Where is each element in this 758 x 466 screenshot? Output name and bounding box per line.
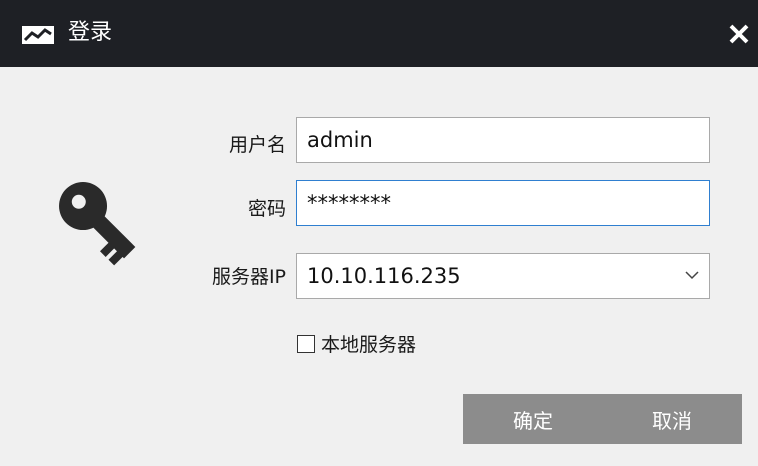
confirm-button[interactable]: 确定 — [463, 394, 603, 444]
window-title: 登录 — [68, 20, 113, 45]
chevron-down-icon[interactable] — [685, 270, 699, 280]
local-server-checkbox[interactable] — [297, 334, 315, 353]
cancel-button[interactable]: 取消 — [602, 394, 742, 444]
title-bar: 登录 — [0, 0, 758, 67]
key-icon — [59, 182, 136, 266]
password-input[interactable] — [296, 180, 710, 226]
username-input[interactable] — [296, 117, 710, 163]
username-label: 用户名 — [228, 134, 286, 156]
close-icon[interactable] — [728, 23, 750, 45]
close-button[interactable] — [724, 20, 754, 48]
server-ip-select[interactable]: 10.10.116.235 — [296, 253, 710, 299]
server-ip-label: 服务器IP — [211, 266, 286, 288]
chart-logo-icon — [22, 26, 54, 44]
local-server-label: 本地服务器 — [321, 334, 417, 356]
local-server-option[interactable]: 本地服务器 — [297, 330, 416, 357]
server-ip-value: 10.10.116.235 — [307, 264, 461, 288]
password-label: 密码 — [247, 198, 286, 220]
